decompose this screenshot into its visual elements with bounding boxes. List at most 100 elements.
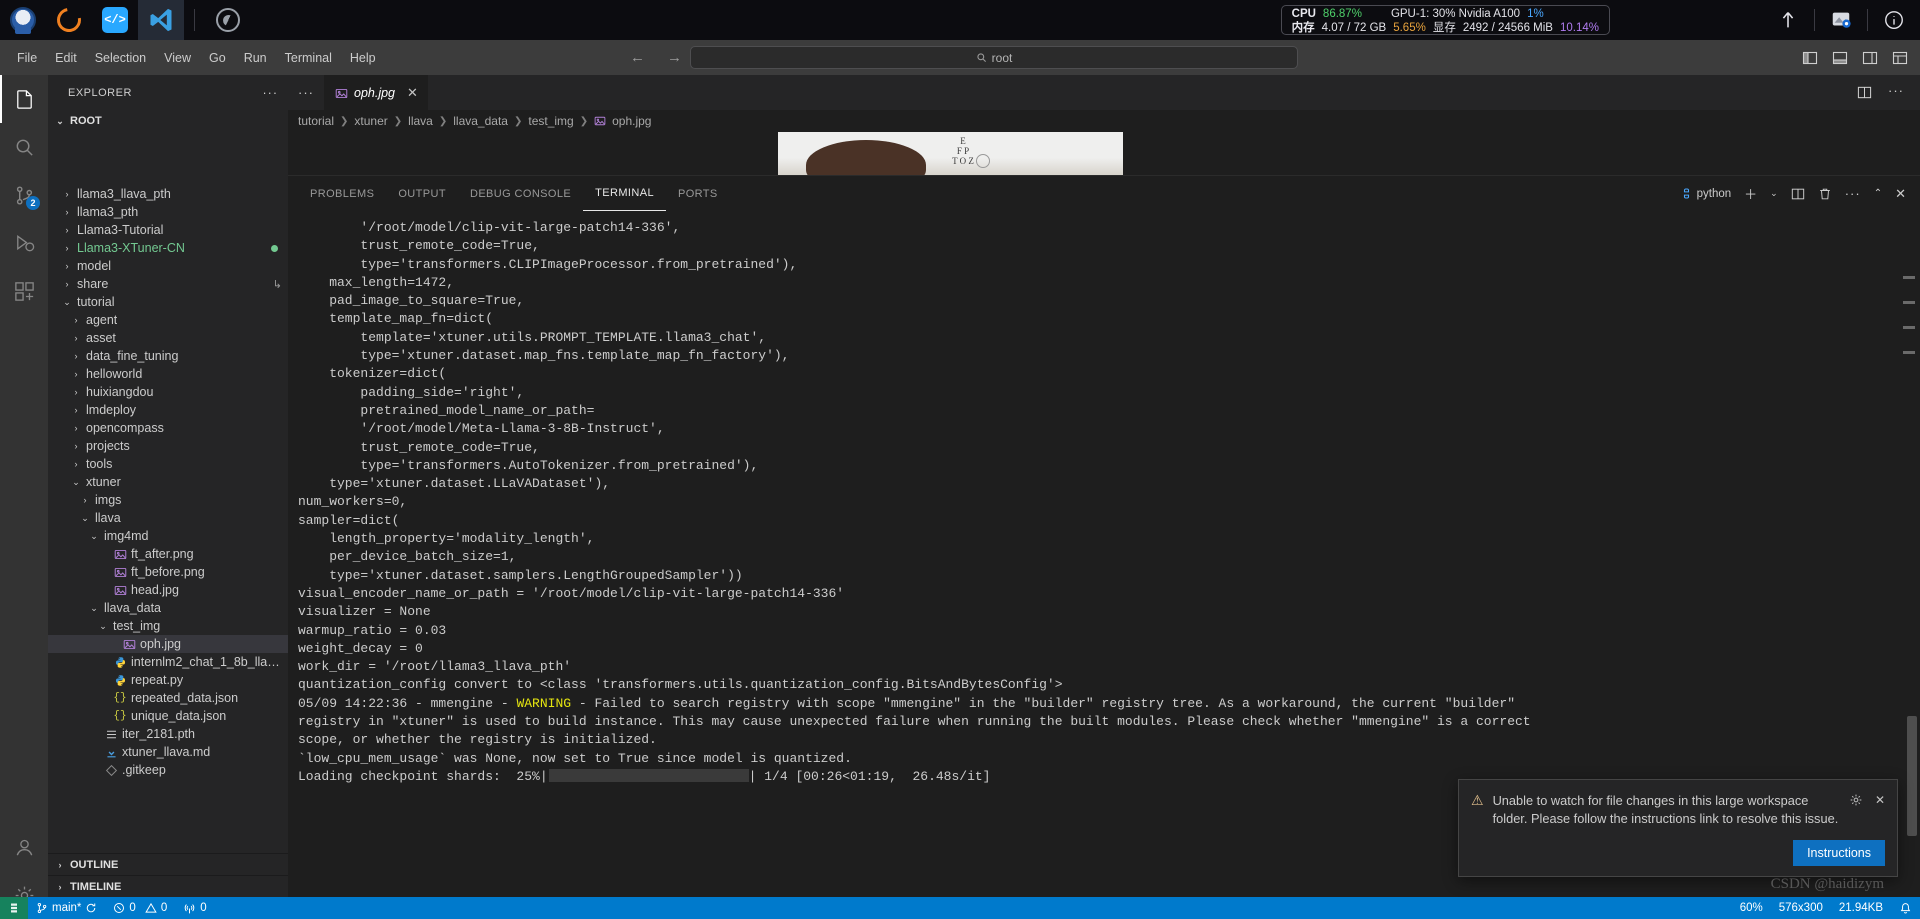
tree-item-oph-jpg[interactable]: oph.jpg — [48, 635, 288, 653]
file-tree[interactable]: › llama3_llava_pth › llama3_pth › Llama3-Tuto… — [48, 185, 288, 859]
tree-item-repeated-data-json[interactable]: {} repeated_data.json — [48, 689, 288, 707]
code-brackets-app-icon[interactable]: </> — [92, 0, 138, 40]
tab-terminal[interactable]: TERMINAL — [583, 176, 666, 211]
explorer-more-actions[interactable]: ··· — [263, 86, 279, 100]
vscode-app-icon[interactable] — [138, 0, 184, 40]
arrow-left-icon[interactable]: ← — [630, 49, 645, 66]
menu-file[interactable]: File — [8, 47, 46, 69]
tree-item-iter-2181-pth[interactable]: iter_2181.pth — [48, 725, 288, 743]
outline-panel-header[interactable]: › OUTLINE — [48, 853, 288, 875]
tab-debug-console[interactable]: DEBUG CONSOLE — [458, 176, 583, 211]
tree-item-img4md[interactable]: ⌄ img4md — [48, 527, 288, 545]
more-actions-icon[interactable]: ··· — [1888, 84, 1904, 100]
tree-item--gitkeep[interactable]: .gitkeep — [48, 761, 288, 779]
terminal-line: length_property='modality_length', — [298, 531, 595, 547]
tree-item-helloworld[interactable]: › helloworld — [48, 365, 288, 383]
tree-item-tools[interactable]: › tools — [48, 455, 288, 473]
extensions-icon — [14, 281, 34, 301]
breadcrumb-item-4[interactable]: test_img — [528, 114, 573, 128]
image-zoom-level[interactable]: 60% — [1732, 897, 1771, 919]
tree-item-ft-before-png[interactable]: ft_before.png — [48, 563, 288, 581]
sidebar-item-search[interactable] — [0, 123, 48, 171]
search-input[interactable]: root — [690, 46, 1298, 69]
tab-output[interactable]: OUTPUT — [386, 176, 458, 211]
ports-status[interactable]: 0 — [175, 897, 214, 919]
tree-item-huixiangdou[interactable]: › huixiangdou — [48, 383, 288, 401]
views-and-more-icon[interactable]: ··· — [1845, 186, 1861, 201]
tree-item-llava-data[interactable]: ⌄ llava_data — [48, 599, 288, 617]
menu-help[interactable]: Help — [341, 47, 385, 69]
tree-item-tutorial[interactable]: ⌄ tutorial — [48, 293, 288, 311]
tree-item-projects[interactable]: › projects — [48, 437, 288, 455]
tree-item-imgs[interactable]: › imgs — [48, 491, 288, 509]
sidebar-item-extensions[interactable] — [0, 267, 48, 315]
terminal-profile[interactable]: python — [1680, 187, 1731, 200]
tree-item-llama3-llava-pth[interactable]: › llama3_llava_pth — [48, 185, 288, 203]
sidebar-item-run-and-debug[interactable] — [0, 219, 48, 267]
menu-view[interactable]: View — [155, 47, 200, 69]
tree-item-repeat-py[interactable]: repeat.py — [48, 671, 288, 689]
close-icon[interactable]: ✕ — [407, 85, 418, 101]
problems-status[interactable]: 0 0 — [105, 897, 175, 919]
tree-item-data-fine-tuning[interactable]: › data_fine_tuning — [48, 347, 288, 365]
bell-icon[interactable] — [1891, 897, 1920, 919]
gear-icon[interactable] — [1849, 793, 1863, 807]
editor-tab-oph-jpg[interactable]: oph.jpg ✕ — [324, 75, 428, 110]
breadcrumb-item-5[interactable]: oph.jpg — [612, 114, 651, 128]
close-icon[interactable]: ✕ — [1875, 793, 1885, 807]
split-editor-icon[interactable] — [1857, 85, 1872, 100]
arrow-right-icon[interactable]: → — [667, 49, 682, 66]
close-panel-icon[interactable]: ✕ — [1895, 186, 1906, 202]
penguin-app-icon[interactable] — [0, 0, 46, 40]
menu-edit[interactable]: Edit — [46, 47, 86, 69]
tree-item-lmdeploy[interactable]: › lmdeploy — [48, 401, 288, 419]
split-terminal-icon[interactable] — [1791, 187, 1805, 201]
tree-item-unique-data-json[interactable]: {} unique_data.json — [48, 707, 288, 725]
sidebar-item-source-control[interactable]: 2 — [0, 171, 48, 219]
ring-app-icon[interactable] — [46, 0, 92, 40]
breadcrumb-item-0[interactable]: tutorial — [298, 114, 334, 128]
git-branch-status[interactable]: main* — [28, 897, 105, 919]
tab-problems[interactable]: PROBLEMS — [298, 176, 386, 211]
tree-item-llama3-pth[interactable]: › llama3_pth — [48, 203, 288, 221]
menu-go[interactable]: Go — [200, 47, 235, 69]
tree-item-test-img[interactable]: ⌄ test_img — [48, 617, 288, 635]
tabs-overflow-button[interactable]: ··· — [288, 85, 324, 100]
network-status-icon[interactable] — [1815, 0, 1867, 40]
remote-indicator[interactable] — [0, 897, 28, 919]
breadcrumb-item-3[interactable]: llava_data — [453, 114, 508, 128]
tree-item-ft-after-png[interactable]: ft_after.png — [48, 545, 288, 563]
menu-run[interactable]: Run — [235, 47, 276, 69]
sidebar-item-accounts[interactable] — [0, 823, 48, 871]
sidebar-item-explorer[interactable] — [0, 75, 48, 123]
instructions-button[interactable]: Instructions — [1793, 840, 1885, 866]
tree-item-llama3-xtuner-cn[interactable]: › Llama3-XTuner-CN — [48, 239, 288, 257]
tree-item-agent[interactable]: › agent — [48, 311, 288, 329]
menu-terminal[interactable]: Terminal — [276, 47, 341, 69]
tree-item-llava[interactable]: ⌄ llava — [48, 509, 288, 527]
menu-selection[interactable]: Selection — [86, 47, 155, 69]
tree-item-opencompass[interactable]: › opencompass — [48, 419, 288, 437]
tree-item-head-jpg[interactable]: head.jpg — [48, 581, 288, 599]
timeline-panel-header[interactable]: › TIMELINE — [48, 875, 288, 897]
breadcrumb-item-1[interactable]: xtuner — [354, 114, 387, 128]
new-terminal-icon[interactable]: ＋ — [1744, 184, 1757, 203]
tree-item-xtuner-llava-md[interactable]: xtuner_llava.md — [48, 743, 288, 761]
compass-app-icon[interactable] — [205, 0, 251, 40]
tree-item-xtuner[interactable]: ⌄ xtuner — [48, 473, 288, 491]
scrollbar-thumb[interactable] — [1907, 716, 1917, 836]
tree-item-model[interactable]: › model — [48, 257, 288, 275]
info-circle-icon[interactable] — [1868, 0, 1920, 40]
maximize-panel-icon[interactable]: ⌃ — [1874, 188, 1882, 199]
tree-item-internlm2-chat-1-8b-llava-tutorial-fool-[interactable]: internlm2_chat_1_8b_llava_tutorial_fool.… — [48, 653, 288, 671]
tab-ports[interactable]: PORTS — [666, 176, 730, 211]
tree-item-llama3-tutorial[interactable]: › Llama3-Tutorial — [48, 221, 288, 239]
explorer-root-section[interactable]: ⌄ ROOT — [48, 110, 288, 132]
breadcrumb-item-2[interactable]: llava — [408, 114, 433, 128]
tree-item-asset[interactable]: › asset — [48, 329, 288, 347]
tree-item-share[interactable]: › share ↳ — [48, 275, 288, 293]
chevron-down-icon[interactable]: ⌄ — [1770, 188, 1778, 199]
upload-arrow-icon[interactable] — [1762, 0, 1814, 40]
terminal-scrollbar[interactable] — [1903, 216, 1917, 884]
kill-terminal-icon[interactable] — [1818, 187, 1832, 201]
